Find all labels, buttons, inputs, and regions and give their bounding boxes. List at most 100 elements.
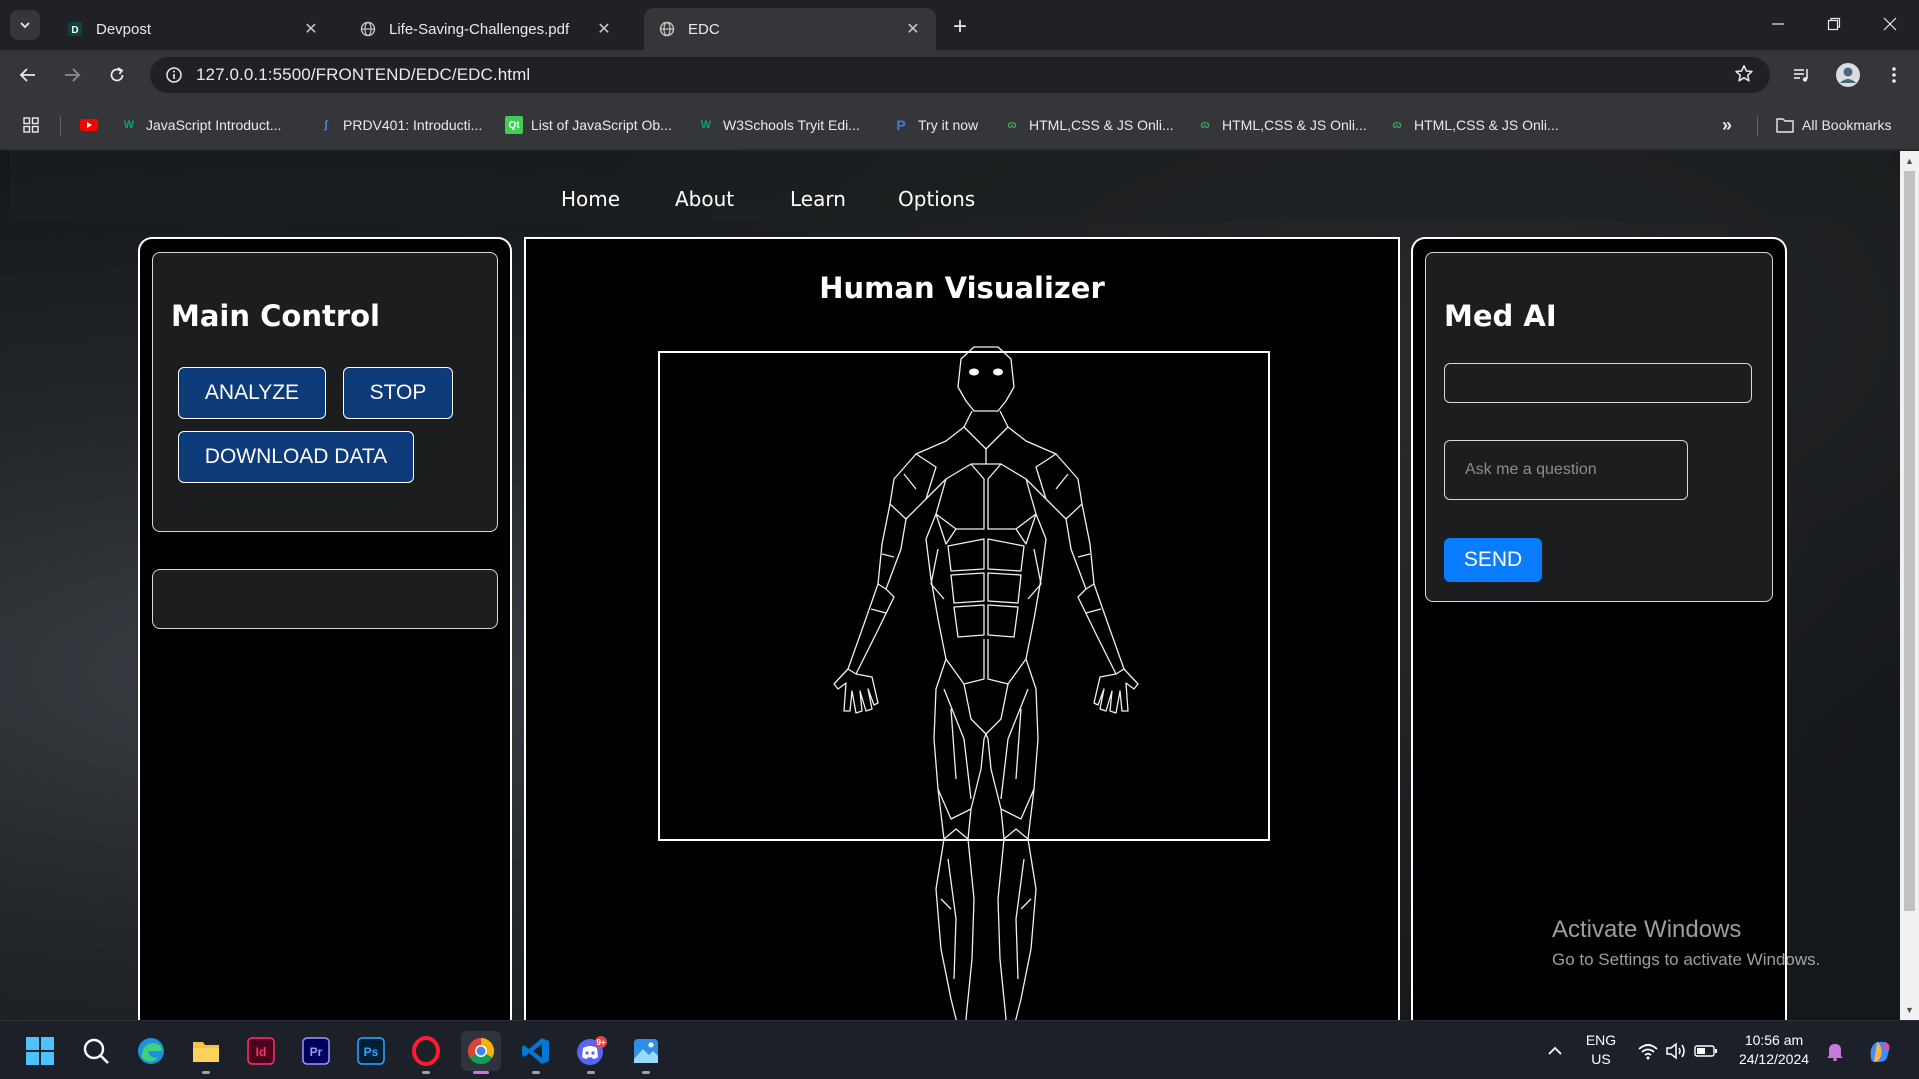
url-text[interactable]: 127.0.0.1:5500/FRONTEND/EDC/EDC.html	[196, 65, 530, 85]
reload-icon	[110, 67, 124, 82]
med-ai-title: Med AI	[1444, 299, 1557, 333]
chrome-icon[interactable]	[461, 1031, 501, 1074]
close-icon[interactable]: ✕	[904, 20, 922, 38]
tab-life-saving-challenges[interactable]: Life-Saving-Challenges.pdf ✕	[345, 8, 627, 50]
stop-button[interactable]: STOP	[343, 367, 453, 419]
copilot-icon[interactable]	[1860, 1031, 1900, 1071]
ai-response-field[interactable]	[1444, 363, 1752, 403]
media-controls-button[interactable]	[1787, 60, 1817, 90]
show-hidden-icons-button[interactable]	[1535, 1031, 1575, 1071]
arrow-left-icon	[19, 68, 35, 82]
notification-bell-icon[interactable]	[1815, 1031, 1855, 1071]
site-info-icon[interactable]	[156, 57, 192, 93]
reload-button[interactable]	[102, 60, 132, 90]
photos-icon[interactable]	[626, 1031, 666, 1074]
lang-line1: ENG	[1585, 1032, 1617, 1048]
tab-devpost[interactable]: D Devpost ✕	[52, 8, 334, 50]
analyze-button[interactable]: ANALYZE	[178, 367, 326, 419]
oc-icon: ɷ	[1392, 119, 1402, 131]
more-vert-icon	[1892, 67, 1896, 83]
bookmark-try-it-now[interactable]: P Try it now	[892, 114, 978, 136]
running-indicator	[473, 1071, 489, 1074]
main-control-title: Main Control	[171, 299, 380, 333]
windows-taskbar: Id Pr Ps 9+ ENG US 10:56 am 24/12/2024	[0, 1020, 1919, 1079]
p-icon: P	[896, 117, 906, 133]
bookmark-prdv401[interactable]: ʃ PRDV401: Introducti...	[317, 114, 482, 136]
restore-button[interactable]	[1806, 0, 1862, 48]
discord-icon[interactable]: 9+	[571, 1031, 611, 1074]
search-icon[interactable]	[76, 1031, 116, 1071]
opera-icon[interactable]	[406, 1031, 446, 1074]
tab-search-button[interactable]	[10, 10, 40, 40]
clock[interactable]: 10:56 am 24/12/2024	[1732, 1031, 1816, 1069]
apps-grid-icon	[22, 116, 40, 134]
photoshop-icon[interactable]: Ps	[351, 1031, 391, 1071]
nav-learn[interactable]: Learn	[790, 187, 846, 211]
bookmark-html-css-js-1[interactable]: ɷ HTML,CSS & JS Onli...	[1003, 114, 1173, 136]
download-data-button[interactable]: DOWNLOAD DATA	[178, 431, 414, 483]
scroll-up-icon[interactable]: ▲	[1900, 153, 1919, 169]
bookmark-label: HTML,CSS & JS Onli...	[1414, 117, 1559, 133]
running-indicator	[642, 1071, 650, 1074]
bookmark-label: W3Schools Tryit Edi...	[723, 117, 860, 133]
scroll-down-icon[interactable]: ▼	[1900, 1002, 1919, 1018]
site-navbar: Home About Learn Options	[10, 151, 1890, 221]
edge-icon[interactable]	[131, 1031, 171, 1071]
visualizer-panel: Human Visualizer	[524, 237, 1400, 1020]
bookmark-label: List of JavaScript Ob...	[531, 117, 672, 133]
question-input[interactable]: Ask me a question	[1444, 440, 1688, 500]
clock-time: 10:56 am	[1744, 1032, 1804, 1048]
close-window-button[interactable]	[1862, 0, 1918, 48]
nav-about[interactable]: About	[675, 187, 734, 211]
main-control-card: Main Control ANALYZE STOP DOWNLOAD DATA	[152, 252, 498, 532]
divider	[60, 116, 61, 136]
bookmark-javascript-introduct[interactable]: W JavaScript Introduct...	[120, 114, 282, 136]
close-icon[interactable]: ✕	[302, 20, 320, 38]
more-bookmarks-button[interactable]: »	[1718, 114, 1744, 136]
bookmark-html-css-js-2[interactable]: ɷ HTML,CSS & JS Onli...	[1196, 114, 1366, 136]
globe-icon	[658, 20, 676, 38]
bookmark-list-of-javascript[interactable]: Qt List of JavaScript Ob...	[505, 114, 672, 136]
status-output-box	[152, 569, 498, 629]
send-button[interactable]: SEND	[1444, 538, 1542, 582]
windows-start-icon[interactable]	[20, 1031, 60, 1071]
new-tab-button[interactable]: +	[946, 13, 974, 41]
vscode-icon[interactable]	[516, 1031, 556, 1074]
bookmark-w3schools-tryit[interactable]: W W3Schools Tryit Edi...	[697, 114, 860, 136]
premiere-icon[interactable]: Pr	[296, 1031, 336, 1071]
watermark-line2: Go to Settings to activate Windows.	[1552, 950, 1821, 969]
med-ai-card: Med AI Ask me a question SEND	[1425, 252, 1773, 602]
bookmark-html-css-js-3[interactable]: ɷ HTML,CSS & JS Onli...	[1388, 114, 1559, 136]
visualizer-title: Human Visualizer	[819, 271, 1105, 305]
language-indicator[interactable]: ENG US	[1583, 1031, 1619, 1069]
tab-edc[interactable]: EDC ✕	[644, 8, 936, 50]
bookmark-youtube[interactable]	[80, 114, 106, 136]
bookmarks-bar: W JavaScript Introduct... ʃ PRDV401: Intro…	[0, 100, 1919, 150]
apps-button[interactable]	[22, 114, 48, 136]
profile-avatar[interactable]	[1833, 60, 1863, 90]
file-explorer-icon[interactable]	[186, 1031, 226, 1074]
star-icon[interactable]	[1734, 64, 1754, 89]
qt-icon: Qt	[505, 116, 523, 134]
browser-toolbar: 127.0.0.1:5500/FRONTEND/EDC/EDC.html	[0, 50, 1919, 100]
close-icon[interactable]: ✕	[595, 20, 613, 38]
back-button[interactable]	[13, 60, 43, 90]
minimize-button[interactable]	[1750, 0, 1806, 48]
nav-home[interactable]: Home	[561, 187, 620, 211]
running-indicator	[532, 1071, 540, 1074]
forward-button[interactable]	[57, 60, 87, 90]
scrollbar-thumb[interactable]	[1904, 171, 1915, 911]
page-viewport: Home About Learn Options Main Control AN…	[0, 151, 1900, 1020]
address-bar[interactable]: 127.0.0.1:5500/FRONTEND/EDC/EDC.html	[150, 57, 1770, 93]
indesign-icon[interactable]: Id	[241, 1031, 281, 1071]
premiere-label: Pr	[310, 1045, 323, 1059]
chevron-down-icon	[20, 22, 30, 29]
all-bookmarks-button[interactable]: All Bookmarks	[1776, 114, 1891, 136]
nav-options[interactable]: Options	[898, 187, 975, 211]
chevron-double-right-icon: »	[1721, 114, 1732, 135]
clock-date: 24/12/2024	[1738, 1051, 1810, 1067]
page-scrollbar[interactable]: ▲ ▼	[1900, 151, 1919, 1020]
oc-icon: ɷ	[1200, 119, 1210, 131]
battery-icon[interactable]	[1686, 1031, 1726, 1071]
browser-menu-button[interactable]	[1879, 60, 1909, 90]
